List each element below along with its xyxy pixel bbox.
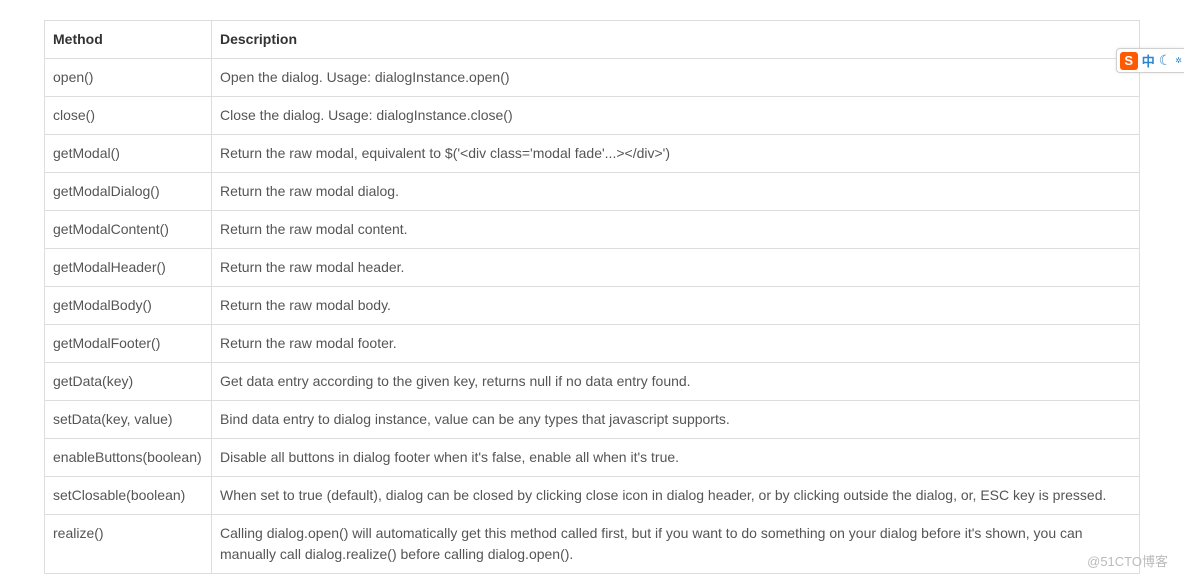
ime-toolbar[interactable]: S 中 ☾ ✲ bbox=[1116, 48, 1184, 73]
description-cell: Return the raw modal content. bbox=[212, 211, 1140, 249]
method-cell: realize() bbox=[45, 515, 212, 574]
header-description: Description bbox=[212, 21, 1140, 59]
ime-language-indicator[interactable]: 中 bbox=[1142, 51, 1155, 70]
table-row: getModalHeader()Return the raw modal hea… bbox=[45, 249, 1140, 287]
description-cell: Close the dialog. Usage: dialogInstance.… bbox=[212, 97, 1140, 135]
ime-moon-icon[interactable]: ☾ bbox=[1159, 52, 1172, 69]
ime-settings-icon[interactable]: ✲ bbox=[1175, 56, 1182, 65]
table-row: close()Close the dialog. Usage: dialogIn… bbox=[45, 97, 1140, 135]
table-row: getData(key)Get data entry according to … bbox=[45, 363, 1140, 401]
method-cell: getModalDialog() bbox=[45, 173, 212, 211]
table-row: enableButtons(boolean)Disable all button… bbox=[45, 439, 1140, 477]
table-row: getModalContent()Return the raw modal co… bbox=[45, 211, 1140, 249]
description-cell: Open the dialog. Usage: dialogInstance.o… bbox=[212, 59, 1140, 97]
method-cell: getModalBody() bbox=[45, 287, 212, 325]
description-cell: Return the raw modal dialog. bbox=[212, 173, 1140, 211]
watermark-text: @51CTO博客 bbox=[1087, 551, 1168, 570]
table-row: realize()Calling dialog.open() will auto… bbox=[45, 515, 1140, 574]
description-cell: Return the raw modal, equivalent to $('<… bbox=[212, 135, 1140, 173]
header-method: Method bbox=[45, 21, 212, 59]
method-cell: enableButtons(boolean) bbox=[45, 439, 212, 477]
method-cell: close() bbox=[45, 97, 212, 135]
method-cell: getModalFooter() bbox=[45, 325, 212, 363]
method-cell: setClosable(boolean) bbox=[45, 477, 212, 515]
description-cell: Return the raw modal footer. bbox=[212, 325, 1140, 363]
table-row: getModal()Return the raw modal, equivale… bbox=[45, 135, 1140, 173]
table-row: getModalBody()Return the raw modal body. bbox=[45, 287, 1140, 325]
description-cell: Return the raw modal header. bbox=[212, 249, 1140, 287]
description-cell: Return the raw modal body. bbox=[212, 287, 1140, 325]
method-cell: getModalHeader() bbox=[45, 249, 212, 287]
table-row: getModalFooter()Return the raw modal foo… bbox=[45, 325, 1140, 363]
table-row: open()Open the dialog. Usage: dialogInst… bbox=[45, 59, 1140, 97]
description-cell: Disable all buttons in dialog footer whe… bbox=[212, 439, 1140, 477]
table-header-row: Method Description bbox=[45, 21, 1140, 59]
table-row: setClosable(boolean)When set to true (de… bbox=[45, 477, 1140, 515]
table-row: setData(key, value)Bind data entry to di… bbox=[45, 401, 1140, 439]
description-cell: Bind data entry to dialog instance, valu… bbox=[212, 401, 1140, 439]
description-cell: Get data entry according to the given ke… bbox=[212, 363, 1140, 401]
method-cell: getModalContent() bbox=[45, 211, 212, 249]
method-cell: open() bbox=[45, 59, 212, 97]
method-cell: getData(key) bbox=[45, 363, 212, 401]
description-cell: Calling dialog.open() will automatically… bbox=[212, 515, 1140, 574]
method-cell: getModal() bbox=[45, 135, 212, 173]
description-cell: When set to true (default), dialog can b… bbox=[212, 477, 1140, 515]
methods-table: Method Description open()Open the dialog… bbox=[44, 20, 1140, 574]
ime-logo-icon: S bbox=[1120, 52, 1138, 70]
method-cell: setData(key, value) bbox=[45, 401, 212, 439]
table-row: getModalDialog()Return the raw modal dia… bbox=[45, 173, 1140, 211]
